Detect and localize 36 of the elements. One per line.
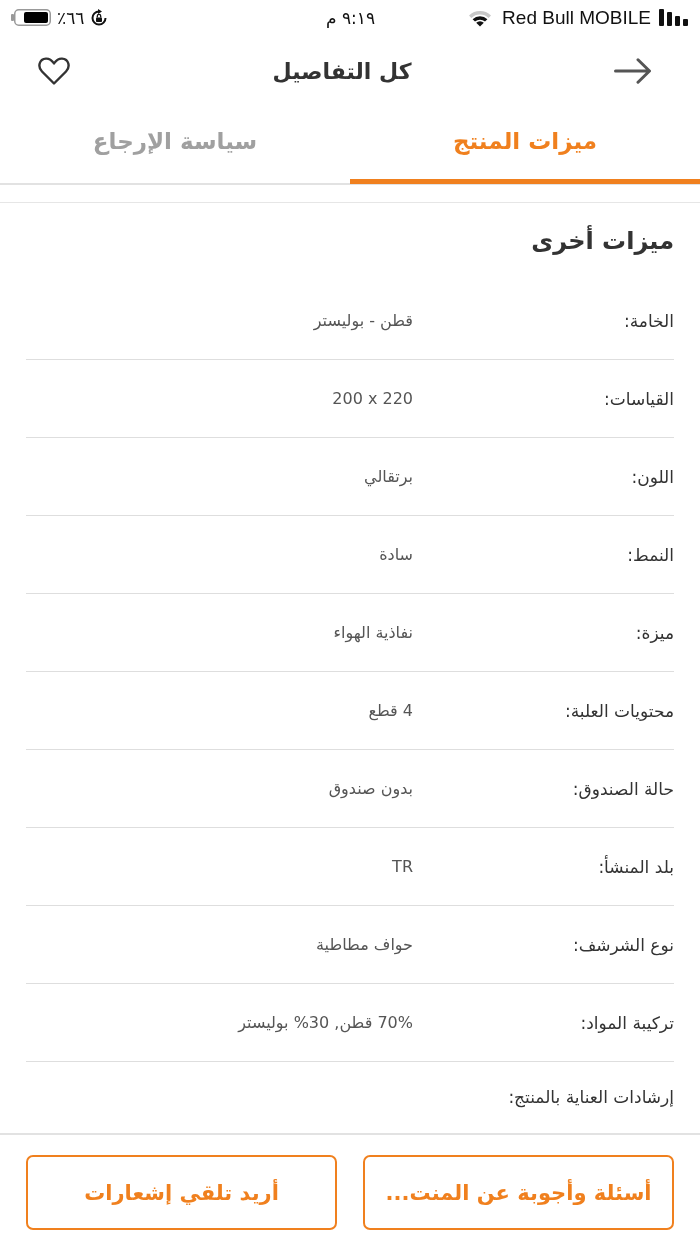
battery-percentage: ٦٦٪ [57,7,85,28]
battery-icon [11,9,51,26]
spec-label: محتويات العلبة: [565,700,674,721]
spec-label: الخامة: [624,310,674,331]
spec-label: اللون: [631,466,674,487]
spec-value: قطن - بوليستر [313,311,413,330]
spec-label: تركيبة المواد: [580,1012,674,1033]
action-button[interactable]: أسئلة وأجوبة عن المنت... [363,1155,674,1230]
spec-value: TR [392,857,413,876]
spec-value: 200 x 220 [332,389,413,408]
spec-label: بلد المنشأ: [598,856,674,877]
spec-label: القياسات: [604,388,674,409]
spec-label: حالة الصندوق: [572,778,674,799]
spec-label: إرشادات العناية بالمنتج: [508,1087,674,1107]
tab[interactable]: سياسة الإرجاع [0,107,350,184]
carrier-name: Red Bull MOBILE [502,6,651,29]
wifi-icon [468,8,493,27]
spec-label: ميزة: [635,622,674,643]
action-button[interactable]: أريد تلقي إشعارات [26,1155,337,1230]
tab[interactable]: ميزات المنتج [350,107,700,184]
status-time: ٩:١٩ م [325,7,376,28]
spec-value: 4 قطع [368,701,413,720]
spec-value: برتقالي [364,467,413,486]
signal-icon [659,9,690,26]
spec-label: النمط: [627,544,674,565]
rotation-lock-icon [90,8,109,27]
heart-icon[interactable] [38,57,70,85]
spec-value: سادة [379,545,413,564]
right-arrow-icon[interactable] [614,58,652,84]
section-title: ميزات أخرى [530,224,674,257]
spec-label: نوع الشرشف: [572,934,674,955]
spec-value: 70% قطن, 30% بوليستر [238,1013,413,1032]
spec-value: حواف مطاطية [316,935,413,954]
page-title: كل التفاصيل [272,58,412,84]
spec-value: بدون صندوق [328,779,413,798]
spec-value: نفاذية الهواء [333,623,413,642]
